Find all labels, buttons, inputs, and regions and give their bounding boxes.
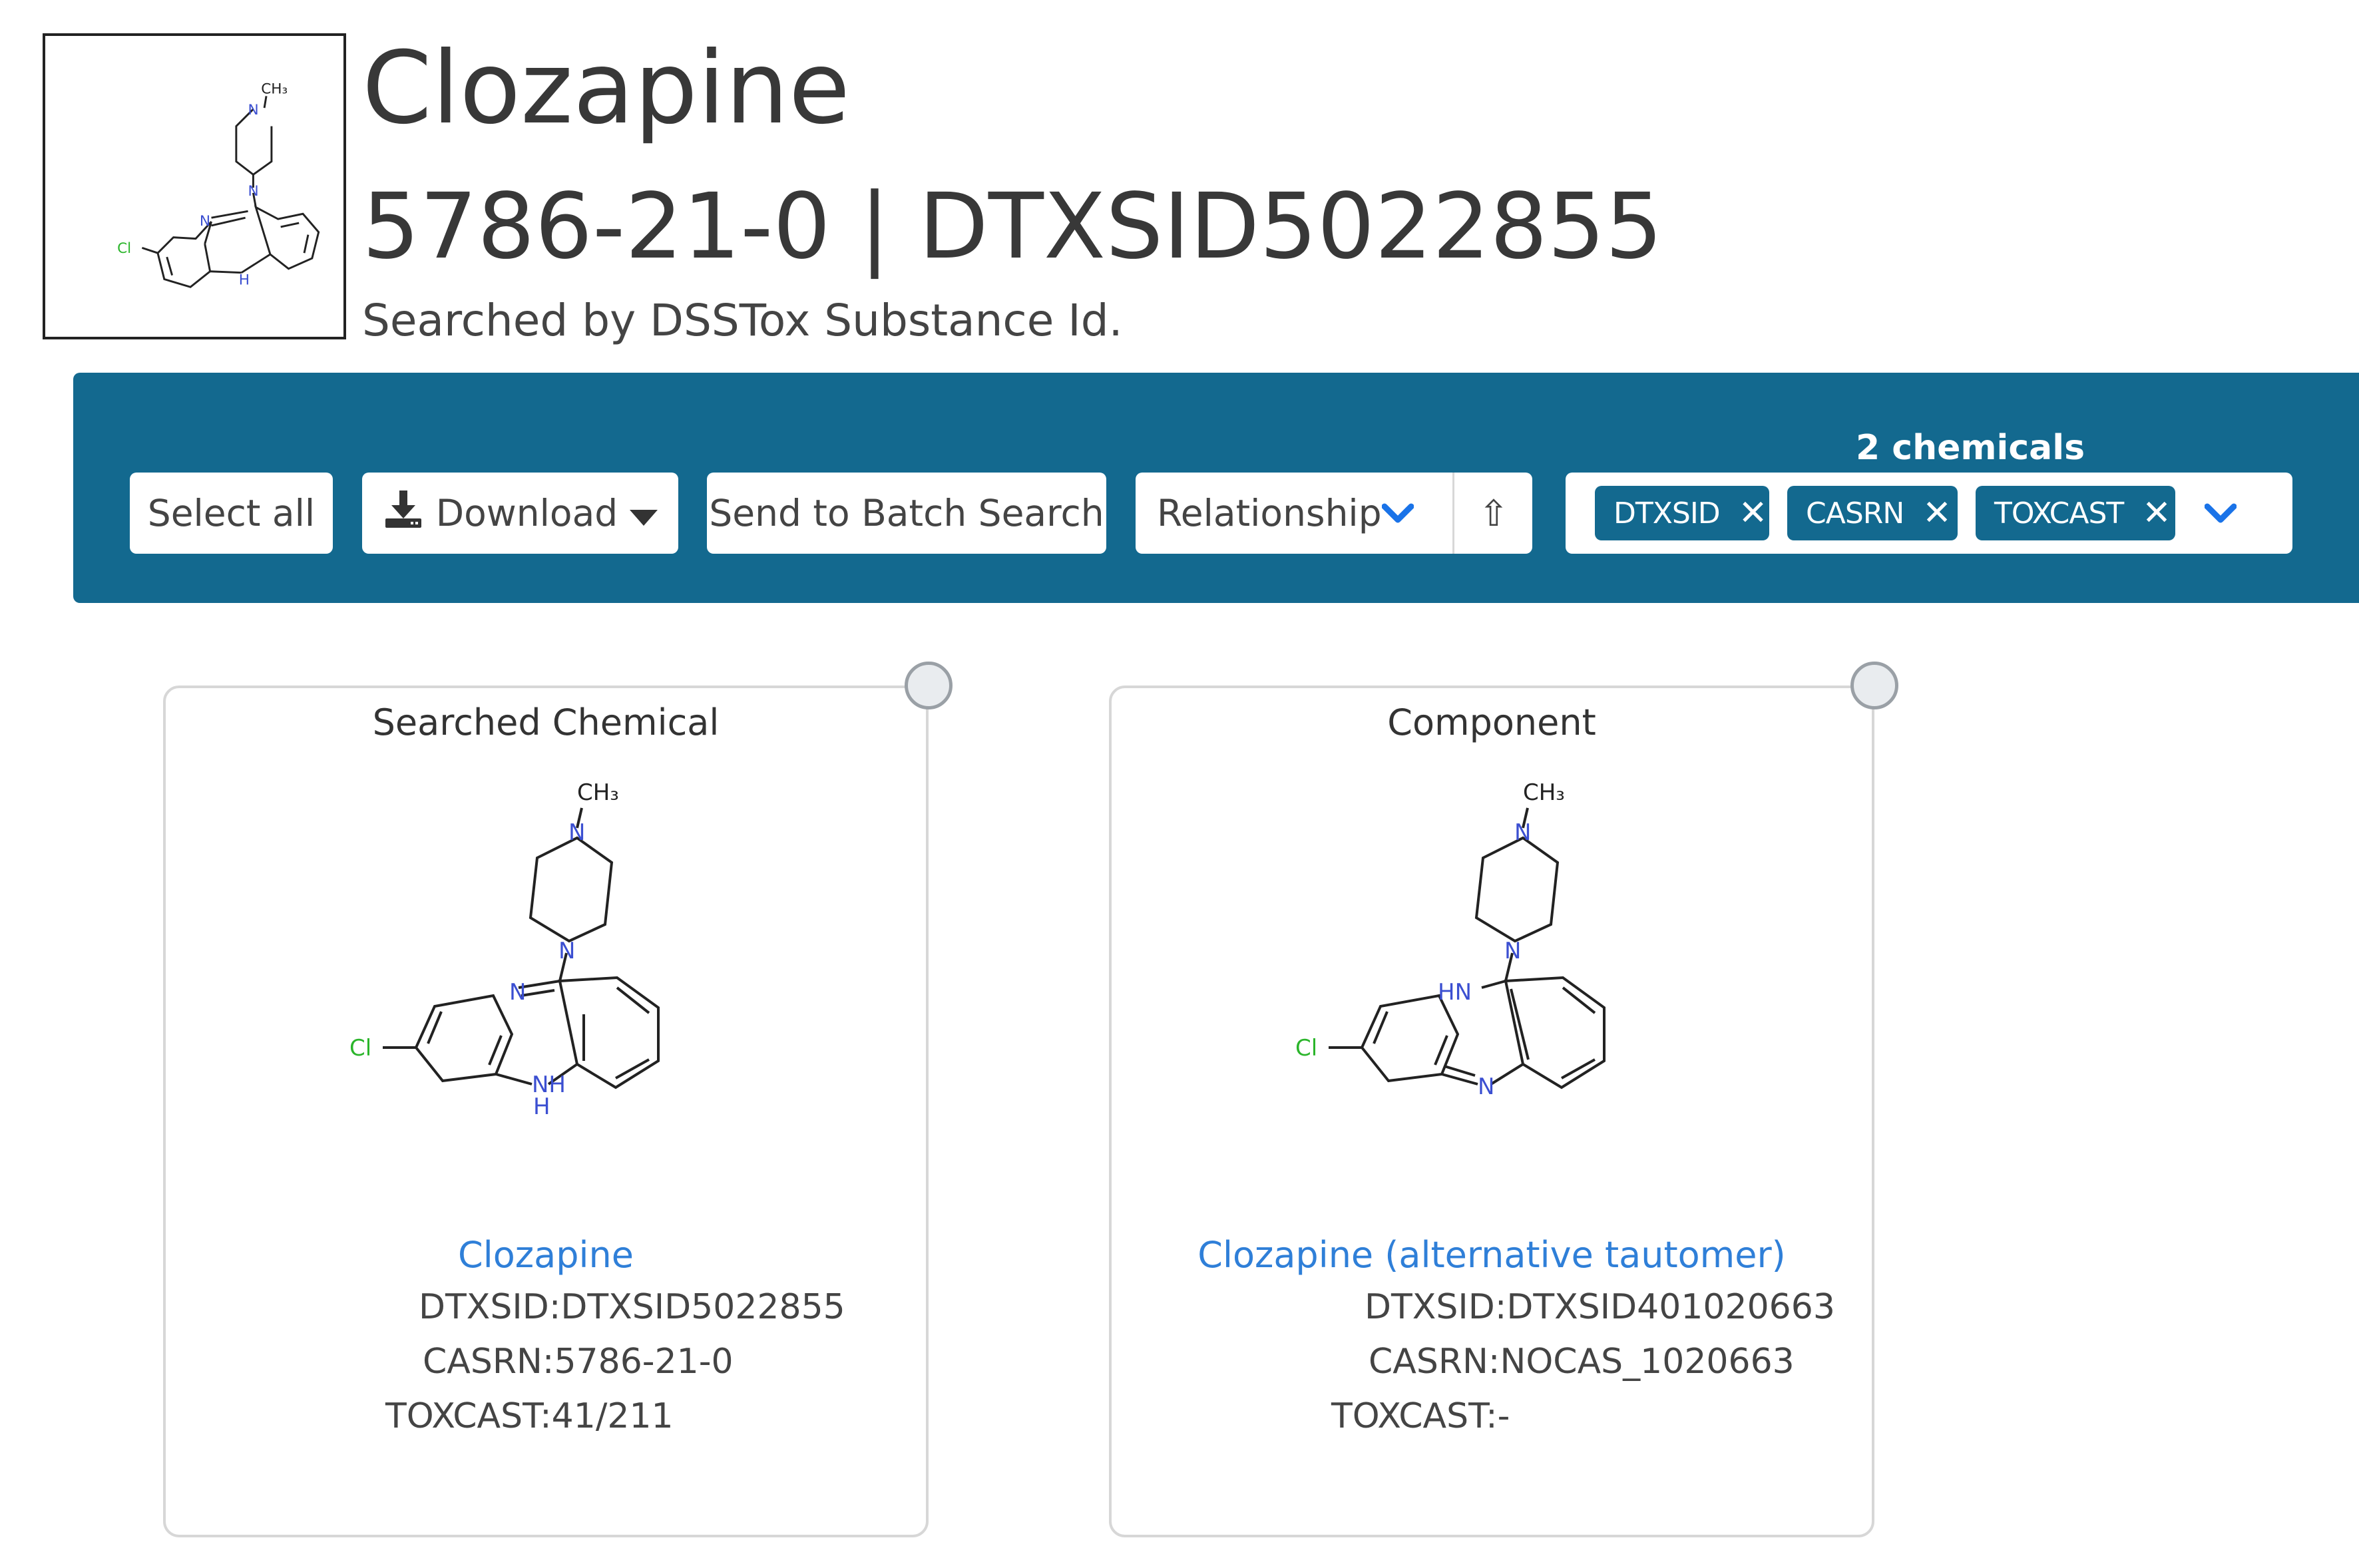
tag-label: TOXCAST — [1994, 496, 2124, 530]
chemical-card: Searched Chemical CH₃ N N N NH H Cl Cloz… — [163, 662, 953, 1537]
search-method-label: Searched by DSSTox Substance Id. — [362, 295, 1123, 346]
atom-label: Cl — [1295, 1035, 1317, 1062]
atom-label: HN — [1438, 979, 1472, 1006]
send-to-batch-search-button[interactable]: Send to Batch Search — [707, 473, 1106, 554]
chemical-count: 2 chemicals — [1855, 428, 2085, 468]
chevron-down-icon[interactable] — [2205, 473, 2237, 554]
caret-down-icon — [630, 492, 658, 534]
sort-direction-button[interactable]: ⇧ — [1455, 473, 1532, 554]
clozapine-structure-icon: CH₃ N N N NH H Cl — [349, 779, 660, 1120]
atom-label: N — [1504, 938, 1521, 964]
chemical-name-link[interactable]: Clozapine — [166, 1234, 926, 1276]
tag-dtxsid: DTXSID ✕ — [1595, 486, 1769, 540]
atom-label: CH₃ — [1523, 779, 1565, 806]
atom-label: H — [533, 1093, 550, 1120]
remove-tag-icon[interactable]: ✕ — [2142, 493, 2171, 533]
divider — [1452, 473, 1454, 554]
svg-text:Cl: Cl — [117, 240, 131, 257]
chemical-card: Component CH₃ N N HN N Cl Clozapine (alt… — [1109, 662, 1898, 1537]
download-label: Download — [435, 492, 618, 534]
chemical-name-link[interactable]: Clozapine (alternative tautomer) — [1112, 1234, 1872, 1276]
toxcast-field: TOXCAST:- — [1331, 1396, 1510, 1436]
dtxsid-field: DTXSID:DTXSID401020663 — [1365, 1287, 1835, 1327]
relationship-label: Relationship — [1157, 492, 1382, 534]
atom-label: N — [1514, 819, 1531, 846]
toxcast-field: TOXCAST:41/211 — [385, 1396, 674, 1436]
column-tag-select[interactable]: DTXSID ✕ CASRN ✕ TOXCAST ✕ — [1566, 473, 2292, 554]
results-toolbar: Select all Download Send to Batch Search… — [73, 373, 2359, 603]
tag-label: CASRN — [1806, 496, 1904, 530]
casrn-field: CASRN:5786-21-0 — [423, 1342, 734, 1382]
svg-text:N: N — [200, 213, 210, 230]
atom-label: N — [1478, 1074, 1494, 1100]
dtxsid-field: DTXSID:DTXSID5022855 — [419, 1287, 845, 1327]
chemical-structure: CH₃ N N N NH H Cl — [299, 761, 798, 1280]
svg-text:N: N — [248, 102, 259, 118]
atom-label: N — [558, 938, 575, 964]
atom-label: N — [509, 979, 526, 1006]
casrn-field: CASRN:NOCAS_1020663 — [1369, 1342, 1795, 1382]
chemical-structure: CH₃ N N HN N Cl — [1245, 761, 1744, 1280]
svg-text:N: N — [248, 183, 259, 200]
tag-casrn: CASRN ✕ — [1787, 486, 1958, 540]
relationship-select[interactable]: Relationship ⇧ — [1136, 473, 1532, 554]
structure-thumbnail: CH₃ N N N H Cl — [43, 33, 346, 339]
page-subtitle: 5786-21-0 | DTXSID5022855 — [362, 174, 1663, 280]
select-all-button[interactable]: Select all — [130, 473, 333, 554]
card-header: Searched Chemical — [372, 701, 720, 743]
atom-label: Cl — [349, 1035, 371, 1062]
tag-toxcast: TOXCAST ✕ — [1976, 486, 2175, 540]
card-header: Component — [1387, 701, 1596, 743]
download-button[interactable]: Download — [362, 473, 678, 554]
remove-tag-icon[interactable]: ✕ — [1739, 493, 1768, 533]
clozapine-tautomer-structure-icon: CH₃ N N HN N Cl — [1295, 779, 1606, 1100]
atom-label: N — [568, 819, 585, 846]
atom-label: CH₃ — [577, 779, 619, 806]
tag-label: DTXSID — [1613, 496, 1721, 530]
chevron-down-icon — [1382, 473, 1414, 554]
download-icon — [383, 489, 424, 538]
clozapine-structure-thumbnail-icon: CH₃ N N N H Cl — [117, 81, 320, 288]
svg-text:CH₃: CH₃ — [261, 81, 288, 97]
svg-text:H: H — [239, 272, 250, 288]
remove-tag-icon[interactable]: ✕ — [1922, 493, 1952, 533]
page-title: Clozapine — [362, 31, 851, 146]
